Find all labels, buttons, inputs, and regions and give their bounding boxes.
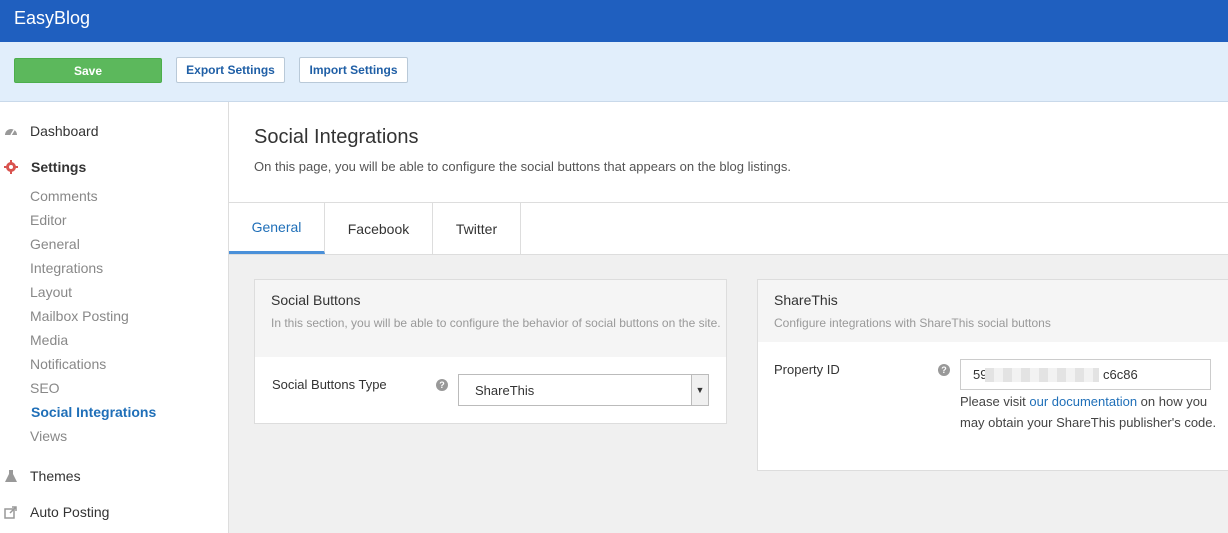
sidebar-item-editor[interactable]: Editor [30, 212, 67, 228]
note-text: Please visit [960, 394, 1030, 409]
social-buttons-type-label: Social Buttons Type [272, 377, 387, 392]
toolbar: Save Export Settings Import Settings [0, 42, 1228, 102]
panel-header: Social Buttons In this section, you will… [255, 280, 726, 357]
panel-title: ShareThis [774, 292, 838, 308]
tab-twitter[interactable]: Twitter [433, 203, 521, 254]
property-id-suffix: c6c86 [1103, 367, 1138, 382]
documentation-link[interactable]: our documentation [1029, 394, 1137, 409]
panel-description: In this section, you will be able to con… [271, 316, 721, 330]
panel-title: Social Buttons [271, 292, 361, 308]
save-button[interactable]: Save [14, 58, 162, 83]
question-icon[interactable]: ? [436, 379, 448, 391]
tab-facebook[interactable]: Facebook [325, 203, 433, 254]
panel-description: Configure integrations with ShareThis so… [774, 316, 1051, 330]
dashboard-icon [5, 129, 17, 136]
import-settings-button[interactable]: Import Settings [299, 57, 408, 83]
sidebar-item-dashboard[interactable]: Dashboard [30, 123, 99, 139]
export-settings-button[interactable]: Export Settings [176, 57, 285, 83]
sharethis-panel: ShareThis Configure integrations with Sh… [757, 279, 1228, 471]
page-description: On this page, you will be able to config… [254, 159, 791, 174]
sidebar-item-themes[interactable]: Themes [30, 468, 81, 484]
redacted-region [985, 368, 1099, 382]
tab-bar: General Facebook Twitter [229, 203, 1228, 255]
sidebar-item-general[interactable]: General [30, 236, 80, 252]
tab-general[interactable]: General [229, 203, 325, 254]
share-icon [4, 506, 17, 519]
panel-header: ShareThis Configure integrations with Sh… [758, 280, 1228, 342]
chevron-down-icon[interactable]: ▼ [691, 375, 708, 405]
property-id-input[interactable]: 59b c6c86 [960, 359, 1211, 390]
sidebar-item-comments[interactable]: Comments [30, 188, 98, 204]
property-id-label: Property ID [774, 362, 840, 377]
sidebar-item-views[interactable]: Views [30, 428, 67, 444]
sidebar-item-media[interactable]: Media [30, 332, 68, 348]
page-header: Social Integrations On this page, you wi… [229, 102, 1228, 203]
sidebar-item-notifications[interactable]: Notifications [30, 356, 106, 372]
sidebar-item-seo[interactable]: SEO [30, 380, 60, 396]
social-buttons-type-select[interactable]: ShareThis ▼ [458, 374, 709, 406]
top-bar: EasyBlog [0, 0, 1228, 42]
page-title: Social Integrations [254, 126, 419, 148]
question-icon[interactable]: ? [938, 364, 950, 376]
sidebar-item-layout[interactable]: Layout [30, 284, 72, 300]
sidebar: Dashboard Settings Comments Editor Gener… [0, 102, 229, 533]
sidebar-item-social-integrations[interactable]: Social Integrations [31, 404, 156, 420]
sidebar-item-settings[interactable]: Settings [31, 159, 86, 175]
flask-icon [5, 470, 17, 482]
social-buttons-panel: Social Buttons In this section, you will… [254, 279, 727, 424]
select-value: ShareThis [475, 383, 535, 398]
sidebar-item-mailbox-posting[interactable]: Mailbox Posting [30, 308, 129, 324]
main-content: Social Integrations On this page, you wi… [229, 102, 1228, 533]
app-brand[interactable]: EasyBlog [14, 8, 90, 29]
gear-icon [4, 160, 18, 174]
sidebar-item-auto-posting[interactable]: Auto Posting [30, 504, 109, 520]
sidebar-item-integrations[interactable]: Integrations [30, 260, 103, 276]
help-note: Please visit our documentation on how yo… [960, 391, 1220, 433]
